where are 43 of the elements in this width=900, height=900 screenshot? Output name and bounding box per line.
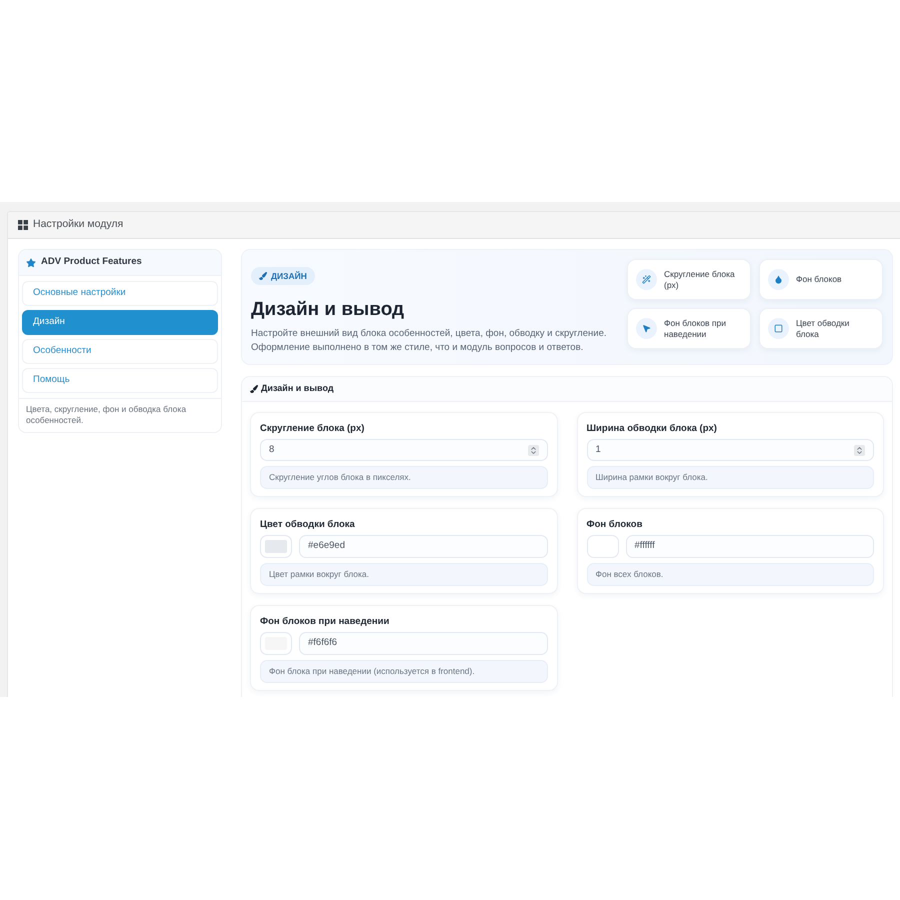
field-label: Фон блоков при наведении	[260, 615, 390, 629]
droplet-icon	[768, 269, 789, 290]
page-description: Настройте внешний вид блока особенностей, цвета, фон, обводку и скругление. Оформление выполнено в том же стиле, что и модуль вопросов и ответов.	[251, 327, 608, 355]
field-label: Фон блоков	[586, 518, 644, 532]
panel-title: Настройки модуля	[33, 217, 124, 232]
spinner-icon[interactable]	[854, 444, 865, 456]
color-value-field[interactable]: #f6f6f6	[299, 632, 548, 655]
wand-icon	[636, 269, 657, 290]
sidebar-item[interactable]: Дизайн	[22, 310, 218, 335]
field-help: Скругление углов блока в пикселях.	[260, 466, 548, 489]
field-help: Ширина рамки вокруг блока.	[586, 466, 874, 489]
sidebar-item[interactable]: Основные настройки	[22, 281, 218, 306]
sidebar-note: Цвета, скругление, фон и обводка блока особенностей.	[26, 404, 188, 426]
sidebar-title: ADV Product Features	[41, 255, 142, 270]
field-label: Ширина обводки блока (px)	[586, 422, 718, 436]
spinner-icon[interactable]	[528, 444, 538, 456]
square-icon	[768, 318, 789, 339]
color-swatch[interactable]	[260, 535, 292, 558]
field-help: Фон всех блоков.	[586, 563, 874, 586]
color-swatch[interactable]	[586, 535, 618, 558]
field-label: Скругление блока (px)	[260, 422, 366, 436]
brush-icon	[259, 272, 267, 280]
feature-label: Скругление блока (px)	[664, 268, 736, 290]
color-value-field[interactable]: #e6e9ed	[299, 535, 548, 558]
pointer-icon	[636, 318, 657, 339]
sidebar-item[interactable]: Особенности	[22, 339, 218, 364]
badge-label: ДИЗАЙН	[271, 270, 307, 282]
number-field[interactable]: 1	[586, 439, 874, 461]
page-heading: Дизайн и вывод	[251, 298, 406, 322]
brush-icon	[250, 385, 258, 393]
sidebar-item[interactable]: Помощь	[22, 368, 218, 393]
number-field[interactable]: 8	[260, 439, 548, 461]
field-help: Цвет рамки вокруг блока.	[260, 563, 548, 586]
feature-label: Цвет обводки блока	[796, 318, 850, 340]
feature-label: Фон блоков	[796, 274, 842, 285]
color-swatch[interactable]	[260, 632, 292, 655]
feature-label: Фон блоков при наведении	[664, 318, 728, 340]
field-label: Цвет обводки блока	[260, 518, 356, 532]
grid-icon	[18, 220, 28, 230]
section-title: Дизайн и вывод	[261, 382, 334, 396]
color-value-field[interactable]: #ffffff	[626, 535, 874, 558]
field-help: Фон блока при наведении (используется в frontend).	[260, 660, 548, 683]
star-icon	[26, 258, 36, 268]
